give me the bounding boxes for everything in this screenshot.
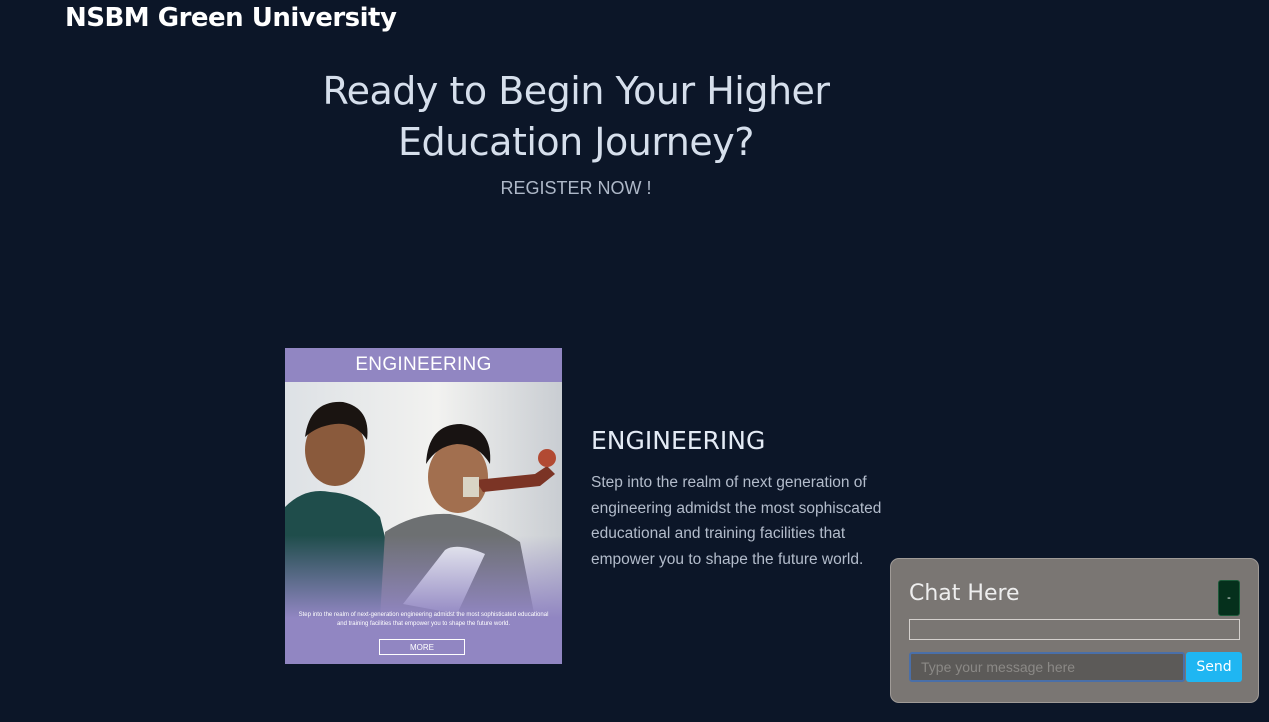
page: NSBM Green University Ready to Begin You… (0, 0, 1269, 722)
program-card-image-caption: Step into the realm of next-generation e… (298, 612, 549, 627)
hero-title-line-1: Ready to Begin Your Higher (322, 69, 830, 113)
program-title: ENGINEERING (591, 426, 766, 455)
program-card-image[interactable]: ENGINEERING Step into the realm of next-… (285, 348, 562, 664)
program-card-image-title: ENGINEERING (355, 354, 492, 375)
hero-title-line-2: Education Journey? (398, 120, 754, 164)
minus-icon: - (1227, 592, 1231, 604)
chat-title: Chat Here (909, 581, 1020, 606)
brand-logo[interactable]: NSBM Green University (65, 3, 397, 33)
chat-messages-area (909, 619, 1240, 640)
chat-message-input[interactable] (909, 652, 1185, 682)
register-now-link[interactable]: REGISTER NOW ! (476, 178, 676, 199)
send-button[interactable]: Send (1186, 652, 1242, 682)
chat-widget: Chat Here - Send (890, 558, 1259, 703)
students-photo (285, 382, 562, 618)
chat-minimize-button[interactable]: - (1218, 580, 1240, 616)
hero-title: Ready to Begin Your Higher Education Jou… (276, 66, 876, 168)
more-button[interactable]: MORE (379, 639, 465, 655)
program-description: Step into the realm of next generation o… (591, 474, 882, 568)
